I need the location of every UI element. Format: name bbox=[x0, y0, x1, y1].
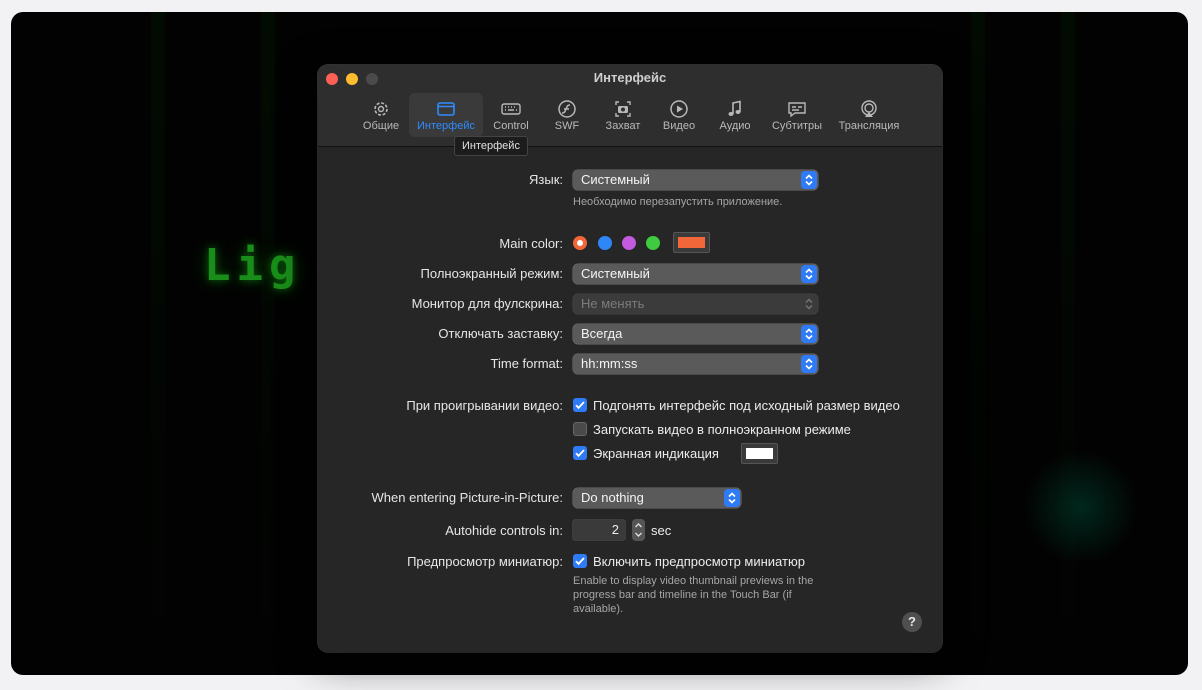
matrix-column bbox=[1061, 12, 1075, 675]
tab-capture[interactable]: Захват bbox=[600, 93, 646, 137]
tab-label: SWF bbox=[554, 120, 580, 132]
screensaver-label: Отключать заставку: bbox=[438, 326, 563, 341]
pip-select[interactable]: Do nothing bbox=[573, 488, 741, 508]
tab-tooltip: Интерфейс bbox=[454, 136, 528, 156]
tab-swf[interactable]: SWF bbox=[546, 93, 588, 137]
fit-interface-checkbox[interactable] bbox=[573, 398, 587, 412]
matrix-column bbox=[971, 12, 985, 675]
start-fullscreen-checkbox[interactable] bbox=[573, 422, 587, 436]
titlebar: Интерфейс Общие Интерфейс Control SWF За… bbox=[318, 65, 942, 147]
autohide-stepper[interactable] bbox=[632, 519, 645, 541]
preferences-window: Интерфейс Общие Интерфейс Control SWF За… bbox=[318, 65, 942, 652]
flash-icon bbox=[558, 100, 576, 118]
thumbnails-hint-line: progress bar and timeline in the Touch B… bbox=[573, 589, 792, 601]
airplay-icon bbox=[861, 100, 877, 117]
color-purple-radio[interactable] bbox=[622, 236, 636, 250]
thumbnails-checkbox-label: Включить предпросмотр миниатюр bbox=[593, 554, 805, 569]
tab-audio[interactable]: Аудио bbox=[715, 93, 755, 137]
chevron-updown-icon bbox=[724, 489, 740, 507]
language-hint: Необходимо перезапустить приложение. bbox=[573, 196, 783, 208]
tab-subtitles[interactable]: Субтитры bbox=[768, 93, 826, 137]
matrix-text: Lig bbox=[204, 240, 302, 291]
music-note-icon bbox=[728, 100, 741, 116]
play-icon bbox=[670, 100, 688, 118]
help-button[interactable]: ? bbox=[902, 612, 922, 632]
fullscreen-select[interactable]: Системный bbox=[573, 264, 818, 284]
pip-value: Do nothing bbox=[581, 490, 644, 505]
main-color-label: Main color: bbox=[499, 236, 563, 251]
tab-broadcast[interactable]: Трансляция bbox=[836, 93, 902, 137]
window-title: Интерфейс bbox=[593, 70, 667, 85]
time-format-label: Time format: bbox=[490, 356, 563, 371]
tab-label: Трансляция bbox=[838, 120, 900, 132]
chevron-updown-icon bbox=[801, 171, 817, 189]
fit-interface-label: Подгонять интерфейс под исходный размер … bbox=[593, 398, 900, 413]
tab-label: Интерфейс bbox=[417, 120, 475, 132]
fullscreen-monitor-label: Монитор для фулскрина: bbox=[411, 296, 563, 311]
pip-label: When entering Picture-in-Picture: bbox=[371, 490, 563, 505]
screensaver-select[interactable]: Всегда bbox=[573, 324, 818, 344]
on-play-label: При проигрывании видео: bbox=[406, 398, 563, 413]
tab-label: Аудио bbox=[719, 120, 751, 132]
window-icon bbox=[437, 102, 455, 116]
language-label: Язык: bbox=[529, 172, 563, 187]
matrix-column bbox=[151, 12, 165, 675]
tab-interface[interactable]: Интерфейс bbox=[409, 93, 483, 137]
chevron-updown-icon bbox=[801, 355, 817, 373]
fullscreen-monitor-select: Не менять bbox=[573, 294, 818, 314]
tab-general[interactable]: Общие bbox=[358, 93, 404, 137]
fullscreen-value: Системный bbox=[581, 266, 650, 281]
thumbnails-checkbox[interactable] bbox=[573, 554, 587, 568]
tab-label: Захват bbox=[605, 120, 641, 132]
camera-icon bbox=[615, 101, 631, 117]
tab-label: Control bbox=[493, 120, 529, 132]
color-green-radio[interactable] bbox=[646, 236, 660, 250]
subtitles-icon bbox=[788, 102, 806, 118]
color-orange-radio[interactable] bbox=[573, 236, 587, 250]
start-fullscreen-label: Запускать видео в полноэкранном режиме bbox=[593, 422, 851, 437]
tab-video[interactable]: Видео bbox=[658, 93, 700, 137]
language-value: Системный bbox=[581, 172, 650, 187]
fullscreen-monitor-value: Не менять bbox=[581, 296, 645, 311]
osd-checkbox[interactable] bbox=[573, 446, 587, 460]
osd-color-well[interactable] bbox=[741, 443, 778, 464]
tab-label: Общие bbox=[362, 120, 400, 132]
thumbnails-hint-line: available). bbox=[573, 603, 624, 615]
background-glow bbox=[1021, 452, 1141, 562]
tab-label: Субтитры bbox=[771, 120, 823, 132]
osd-label: Экранная индикация bbox=[593, 446, 719, 461]
color-blue-radio[interactable] bbox=[598, 236, 612, 250]
matrix-column bbox=[261, 12, 275, 675]
time-format-value: hh:mm:ss bbox=[581, 356, 638, 371]
custom-color-well[interactable] bbox=[673, 232, 710, 253]
autohide-label: Autohide controls in: bbox=[445, 523, 563, 538]
chevron-updown-icon bbox=[801, 265, 817, 283]
autohide-unit: sec bbox=[651, 523, 672, 538]
fullscreen-label: Полноэкранный режим: bbox=[420, 266, 563, 281]
thumbnails-hint-line: Enable to display video thumbnail previe… bbox=[573, 575, 814, 587]
tab-control[interactable]: Control bbox=[488, 93, 534, 137]
language-select[interactable]: Системный bbox=[573, 170, 818, 190]
autohide-input[interactable]: 2 bbox=[573, 520, 625, 540]
chevron-updown-icon bbox=[801, 325, 817, 343]
time-format-select[interactable]: hh:mm:ss bbox=[573, 354, 818, 374]
chevron-updown-icon bbox=[801, 295, 817, 313]
screensaver-value: Всегда bbox=[581, 326, 623, 341]
thumbnails-label: Предпросмотр миниатюр: bbox=[407, 554, 563, 569]
tab-label: Видео bbox=[662, 120, 696, 132]
gear-icon bbox=[374, 102, 388, 116]
keyboard-icon bbox=[501, 103, 521, 115]
